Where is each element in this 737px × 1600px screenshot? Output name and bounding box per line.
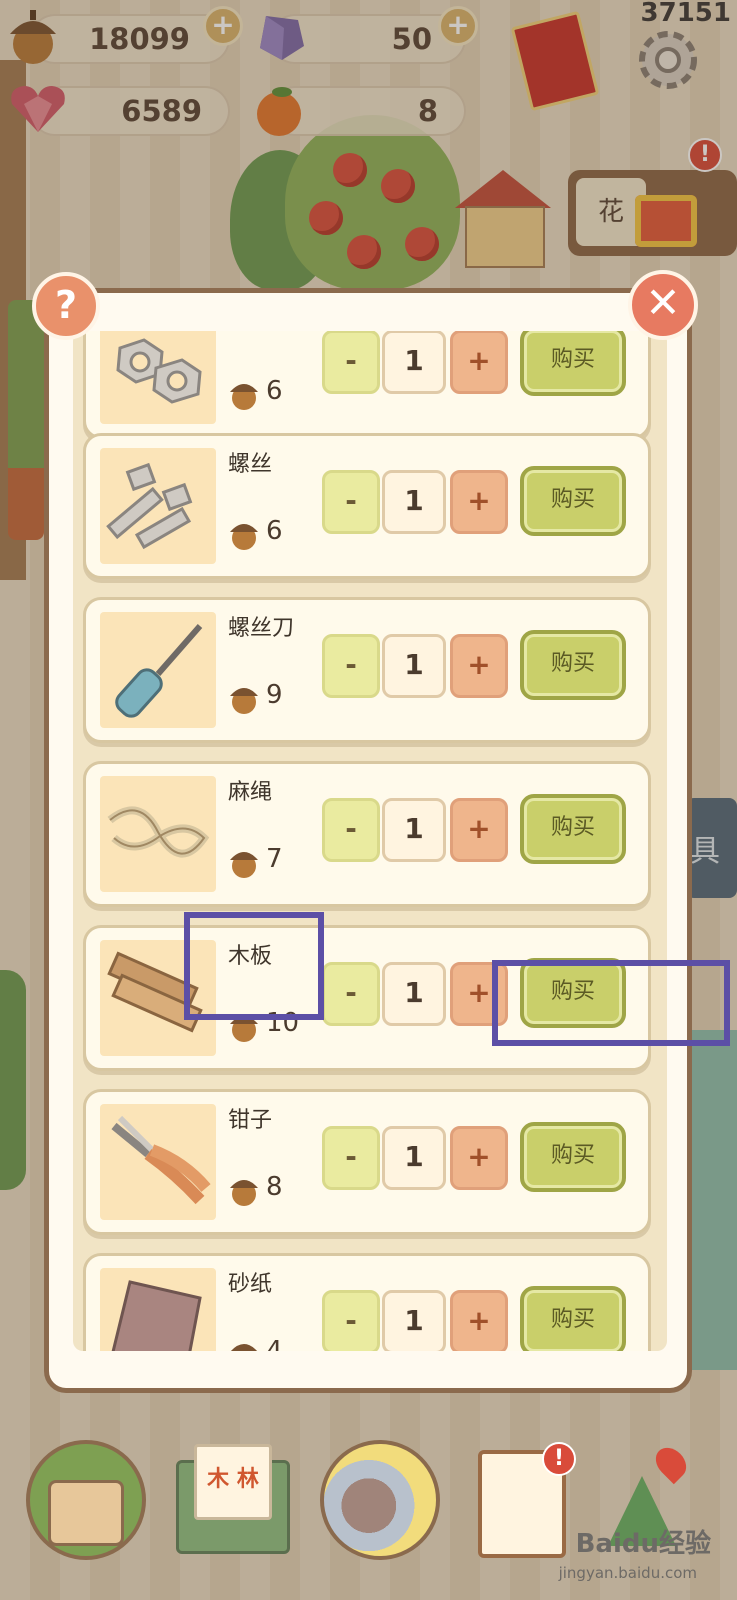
buy-button[interactable]: 购买 (520, 1286, 626, 1351)
quantity-field[interactable]: 1 (382, 634, 446, 698)
increase-button[interactable]: + (450, 331, 508, 394)
decrease-button[interactable]: - (322, 331, 380, 394)
price-value: 9 (266, 680, 283, 710)
decrease-button[interactable]: - (322, 962, 380, 1026)
increase-button[interactable]: + (450, 634, 508, 698)
nav-home[interactable] (22, 1436, 146, 1560)
nav-tasks[interactable]: ! (470, 1436, 590, 1558)
acorn-icon (230, 1180, 258, 1206)
price-value: 8 (266, 1172, 283, 1202)
decrease-button[interactable]: - (322, 470, 380, 534)
decrease-button[interactable]: - (322, 1126, 380, 1190)
buy-button[interactable]: 购买 (520, 794, 626, 864)
shop-list[interactable]: 6 - 1 + 购买 螺丝 6 - 1 + 购买 螺丝刀 9 - 1 + 购买 … (73, 331, 667, 1351)
egg-icon (320, 1440, 440, 1560)
list-item: 6 - 1 + 购买 (83, 331, 651, 439)
watermark-brand: Baidu经验 (575, 1529, 711, 1559)
item-thumbnail (100, 776, 216, 892)
buy-button[interactable]: 购买 (520, 630, 626, 700)
acorn-icon (230, 384, 258, 410)
list-item: 钳子 8 - 1 + 购买 (83, 1089, 651, 1235)
nut-icon (116, 338, 202, 404)
acorn-icon (230, 852, 258, 878)
pliers-icon (111, 1115, 211, 1205)
sandpaper-icon (111, 1280, 202, 1351)
letter-label: 木 林 (194, 1444, 272, 1520)
item-thumbnail (100, 331, 216, 424)
buy-button[interactable]: 购买 (520, 466, 626, 536)
item-thumbnail (100, 1104, 216, 1220)
quantity-field[interactable]: 1 (382, 470, 446, 534)
acorn-icon (230, 688, 258, 714)
quantity-field[interactable]: 1 (382, 1290, 446, 1351)
list-item: 螺丝刀 9 - 1 + 购买 (83, 597, 651, 743)
quantity-field[interactable]: 1 (382, 962, 446, 1026)
item-name: 螺丝刀 (228, 616, 295, 641)
nav-eggs[interactable] (316, 1436, 440, 1560)
price-value: 6 (266, 516, 283, 546)
acorn-icon (230, 1344, 258, 1351)
screwdriver-icon (115, 624, 203, 718)
quantity-field[interactable]: 1 (382, 1126, 446, 1190)
shop-panel: 6 - 1 + 购买 螺丝 6 - 1 + 购买 螺丝刀 9 - 1 + 购买 … (44, 288, 692, 1393)
decrease-button[interactable]: - (322, 1290, 380, 1351)
price-value: 4 (266, 1336, 283, 1351)
quantity-field[interactable]: 1 (382, 331, 446, 394)
list-item: 砂纸 4 - 1 + 购买 (83, 1253, 651, 1351)
increase-button[interactable]: + (450, 798, 508, 862)
acorn-icon (230, 524, 258, 550)
item-name: 麻绳 (228, 780, 273, 805)
watermark-url: jingyan.baidu.com (558, 1564, 697, 1582)
decrease-button[interactable]: - (322, 798, 380, 862)
increase-button[interactable]: + (450, 1290, 508, 1351)
highlight-box-item-name (184, 912, 324, 1020)
help-button[interactable]: ? (32, 272, 100, 340)
quantity-field[interactable]: 1 (382, 798, 446, 862)
price-value: 6 (266, 376, 283, 406)
highlight-box-buy-button (492, 960, 730, 1046)
price-value: 7 (266, 844, 283, 874)
list-item: 螺丝 6 - 1 + 购买 (83, 433, 651, 579)
tasks-badge: ! (542, 1442, 576, 1476)
item-thumbnail (100, 612, 216, 728)
item-name: 砂纸 (228, 1272, 273, 1297)
decrease-button[interactable]: - (322, 634, 380, 698)
nav-mail[interactable]: 木 林 (170, 1436, 290, 1556)
increase-button[interactable]: + (450, 470, 508, 534)
screw-icon (106, 462, 193, 550)
close-button[interactable]: ✕ (628, 270, 698, 340)
buy-button[interactable]: 购买 (520, 1122, 626, 1192)
item-name: 螺丝 (228, 452, 273, 477)
increase-button[interactable]: + (450, 1126, 508, 1190)
door-icon (48, 1480, 124, 1546)
buy-button[interactable]: 购买 (520, 331, 626, 396)
item-thumbnail (100, 1268, 216, 1351)
rope-icon (107, 806, 210, 858)
list-item: 麻绳 7 - 1 + 购买 (83, 761, 651, 907)
item-name: 钳子 (228, 1108, 273, 1133)
item-thumbnail (100, 448, 216, 564)
